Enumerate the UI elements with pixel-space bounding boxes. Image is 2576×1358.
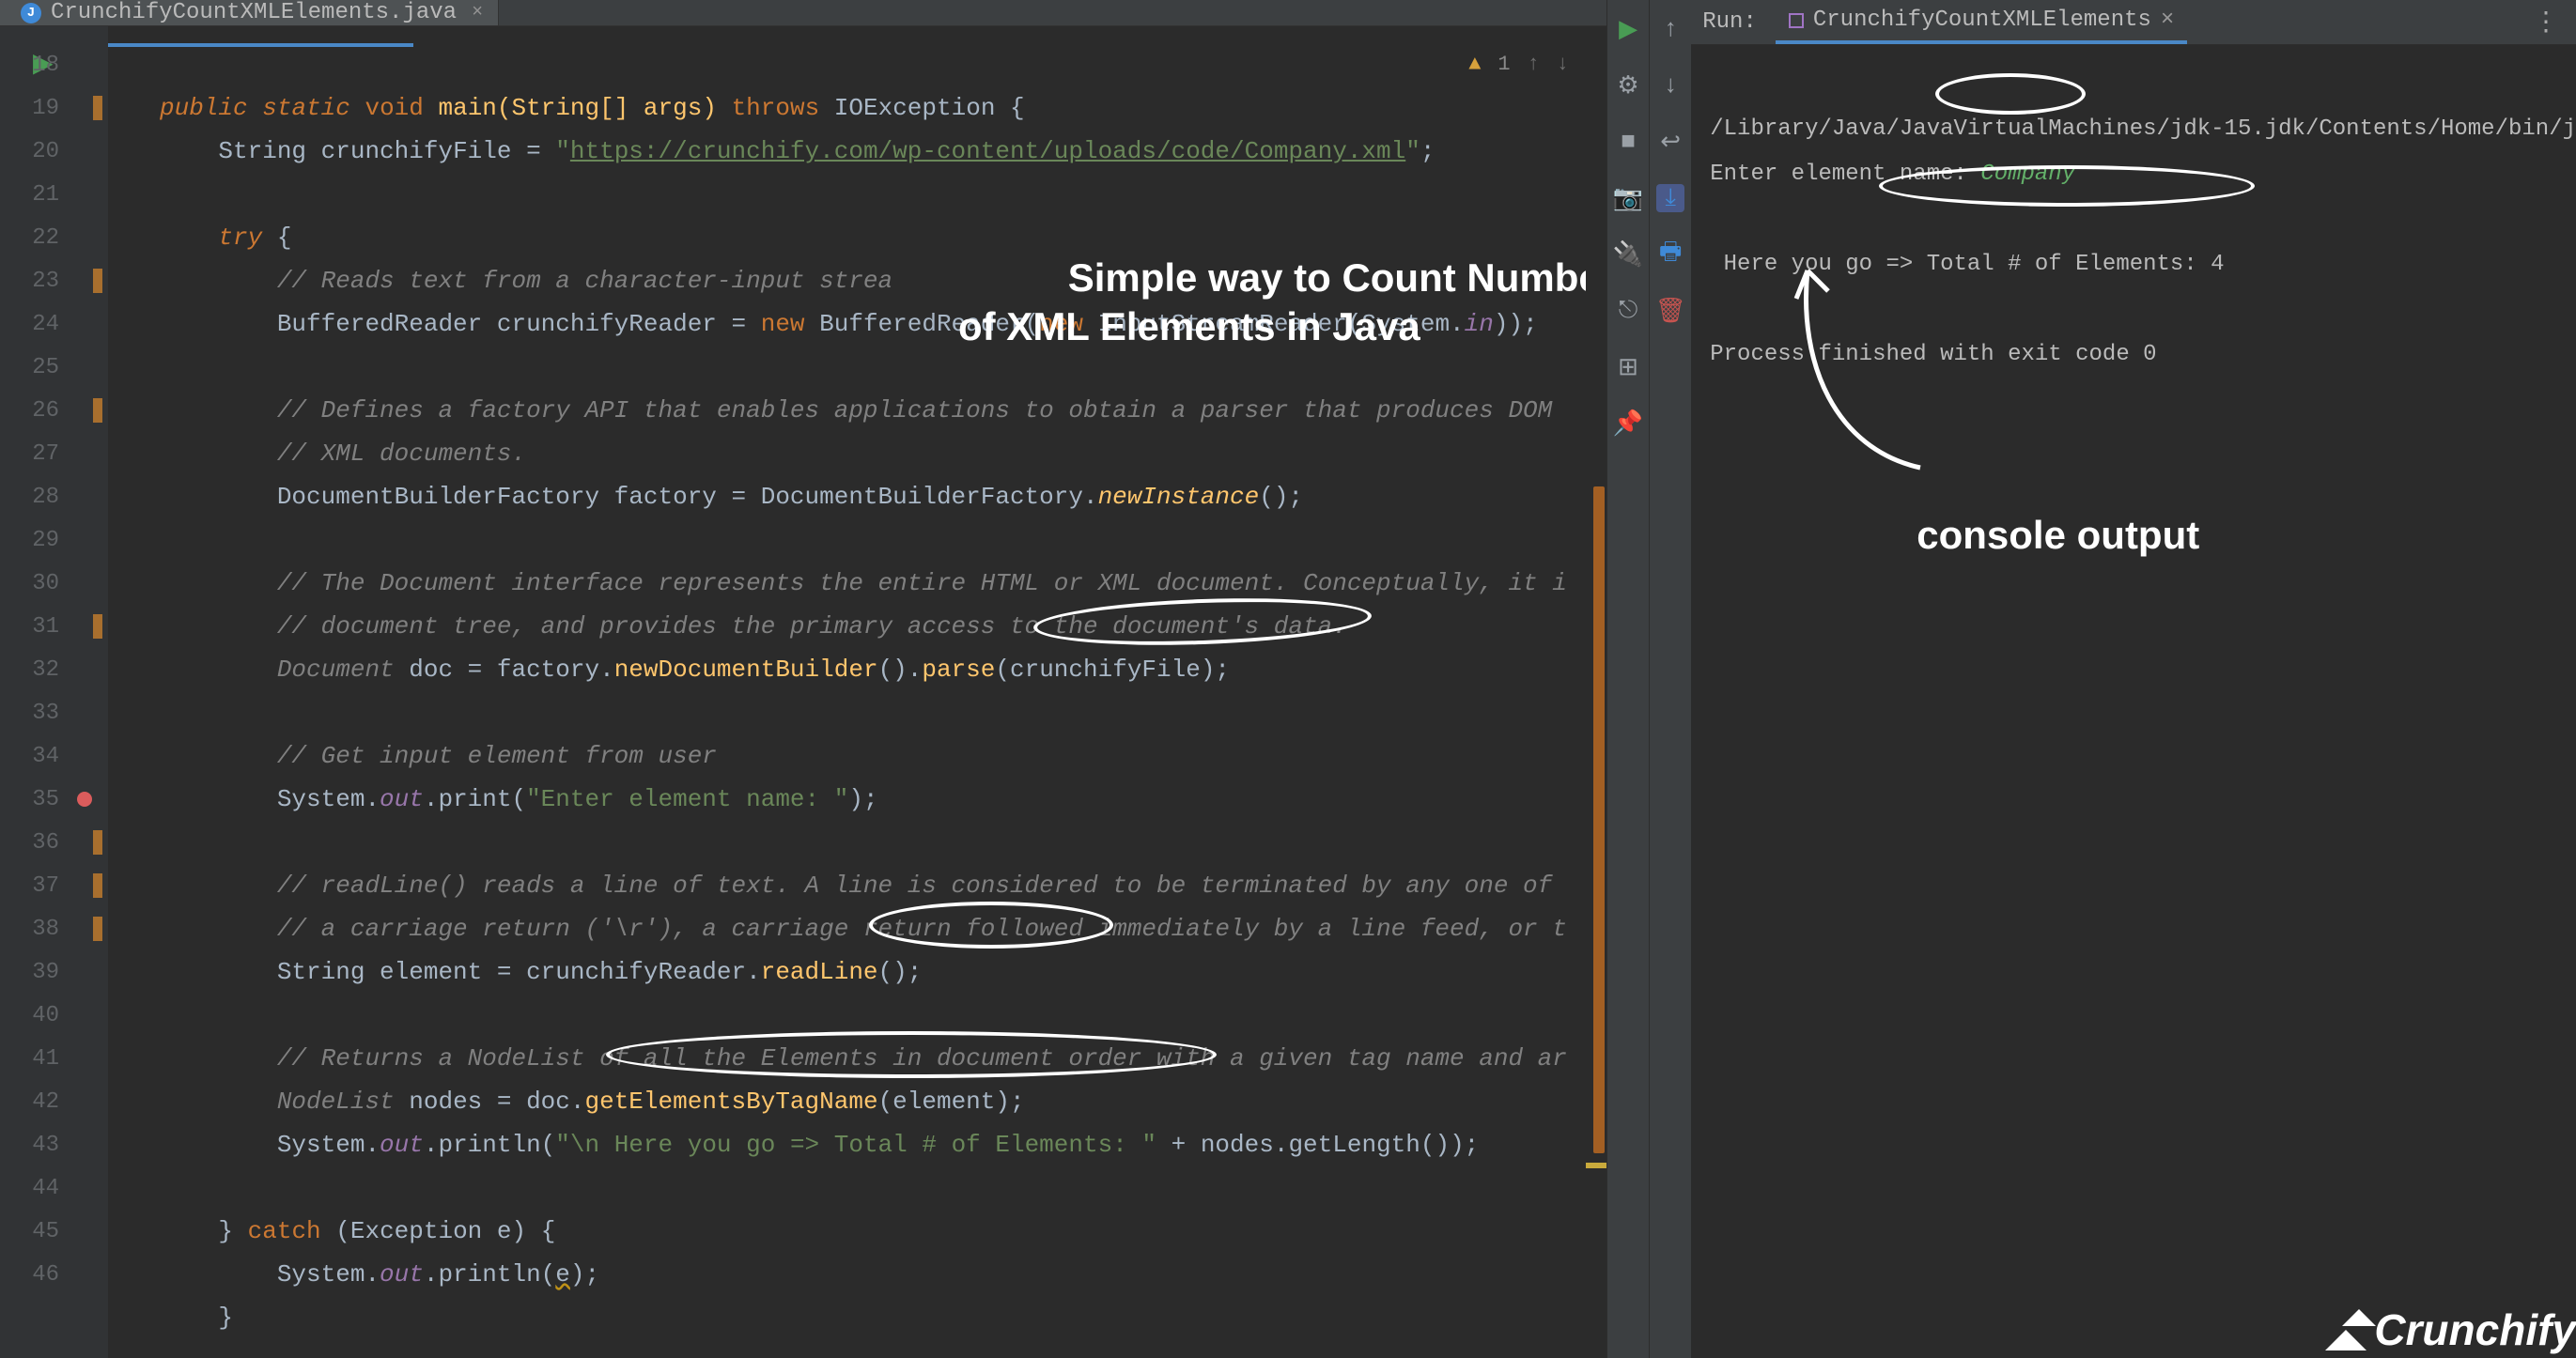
code-area: ▶ 18 19 20 21 22 23 24 25 26 27 28 29 30… xyxy=(0,26,1606,1358)
console-line: /Library/Java/JavaVirtualMachines/jdk-15… xyxy=(1710,116,2576,142)
run-config-tab[interactable]: CrunchifyCountXMLElements × xyxy=(1776,0,2187,44)
console-line: Enter element name: xyxy=(1710,162,1980,187)
line-number: 31 xyxy=(0,605,108,648)
line-number: 38 xyxy=(0,907,108,950)
layout-icon[interactable]: ⊞ xyxy=(1614,353,1642,381)
crunchify-logo: Crunchify xyxy=(2325,1307,2576,1352)
logo-icon xyxy=(2325,1309,2370,1350)
line-number: 32 xyxy=(0,648,108,691)
scroll-marker xyxy=(1586,1163,1606,1168)
editor-scrollbar[interactable] xyxy=(1586,45,1606,1358)
warning-count: 1 xyxy=(1497,53,1510,76)
run-config-icon xyxy=(1789,13,1804,28)
annotation-arrow xyxy=(1761,252,1967,477)
line-number: 21 xyxy=(0,173,108,216)
line-number: 41 xyxy=(0,1037,108,1080)
clear-icon[interactable]: 🗑 xyxy=(1656,297,1684,325)
logo-text: Crunchify xyxy=(2374,1307,2576,1352)
line-number: 46 xyxy=(0,1253,108,1296)
tab-file-name: CrunchifyCountXMLElements.java xyxy=(51,0,457,25)
soft-wrap-icon[interactable]: ↩ xyxy=(1656,128,1684,156)
console-output[interactable]: /Library/Java/JavaVirtualMachines/jdk-15… xyxy=(1691,45,2576,1358)
scroll-end-icon[interactable]: ⤓ xyxy=(1656,184,1684,212)
plug-icon[interactable]: 🔌 xyxy=(1614,240,1642,269)
run-pane: Run: CrunchifyCountXMLElements × ⋮ /Libr… xyxy=(1691,0,2576,1358)
line-number: 22 xyxy=(0,216,108,259)
line-number: 24 xyxy=(0,302,108,346)
annotation-circle xyxy=(1935,73,2086,115)
line-number: 27 xyxy=(0,432,108,475)
line-number: 28 xyxy=(0,475,108,518)
run-toolbar-left: ▶ ⚙ ■ 📷 🔌 ⎋ ⊞ 📌 xyxy=(1606,0,1649,1358)
line-number: 18 xyxy=(0,43,108,86)
line-number: 39 xyxy=(0,950,108,994)
line-number: 44 xyxy=(0,1166,108,1210)
stop-icon[interactable]: ■ xyxy=(1614,128,1642,156)
run-config-name: CrunchifyCountXMLElements xyxy=(1813,8,2151,33)
exit-icon[interactable]: ⎋ xyxy=(1614,297,1642,325)
settings-icon[interactable]: ⚙ xyxy=(1614,71,1642,100)
close-icon[interactable]: × xyxy=(2161,8,2174,33)
line-number: 30 xyxy=(0,562,108,605)
line-number: 26 xyxy=(0,389,108,432)
pin-icon[interactable]: 📌 xyxy=(1614,409,1642,438)
line-number: 20 xyxy=(0,130,108,173)
close-icon[interactable]: × xyxy=(472,2,483,23)
line-number: 36 xyxy=(0,821,108,864)
code-body[interactable]: public static void main(String[] args) t… xyxy=(108,26,1606,1358)
next-highlight-icon[interactable]: ↓ xyxy=(1557,53,1569,76)
line-number: 35 xyxy=(0,778,108,821)
line-number: 45 xyxy=(0,1210,108,1253)
line-number: 23 xyxy=(0,259,108,302)
run-toolbar-right: ↑ ↓ ↩ ⤓ 🖶 🗑 xyxy=(1649,0,1691,1358)
annotation-label: console output xyxy=(1916,513,2199,558)
line-number: 43 xyxy=(0,1123,108,1166)
rerun-icon[interactable]: ▶ xyxy=(1614,15,1642,43)
breakpoint-icon[interactable] xyxy=(77,792,92,807)
line-number: 25 xyxy=(0,346,108,389)
console-user-input: Company xyxy=(1980,162,2075,187)
line-number: 42 xyxy=(0,1080,108,1123)
editor-tab-bar: J CrunchifyCountXMLElements.java × xyxy=(0,0,1606,26)
prev-highlight-icon[interactable]: ↑ xyxy=(1528,53,1540,76)
up-icon[interactable]: ↑ xyxy=(1656,15,1684,43)
scroll-thumb[interactable] xyxy=(1593,486,1605,1153)
inspection-summary[interactable]: ▲ 1 ↑ ↓ xyxy=(1468,53,1569,76)
gutter: ▶ 18 19 20 21 22 23 24 25 26 27 28 29 30… xyxy=(0,26,108,1358)
line-number: 37 xyxy=(0,864,108,907)
line-number: 40 xyxy=(0,994,108,1037)
down-icon[interactable]: ↓ xyxy=(1656,71,1684,100)
line-number: 29 xyxy=(0,518,108,562)
more-icon[interactable]: ⋮ xyxy=(2533,6,2561,39)
dump-icon[interactable]: 📷 xyxy=(1614,184,1642,212)
line-number: 33 xyxy=(0,691,108,734)
editor-pane: J CrunchifyCountXMLElements.java × ▶ 18 … xyxy=(0,0,1606,1358)
line-number: 19 xyxy=(0,86,108,130)
run-label: Run: xyxy=(1702,9,1757,35)
editor-tab[interactable]: J CrunchifyCountXMLElements.java × xyxy=(0,0,499,25)
run-header: Run: CrunchifyCountXMLElements × ⋮ xyxy=(1691,0,2576,45)
line-number: 34 xyxy=(0,734,108,778)
print-icon[interactable]: 🖶 xyxy=(1656,240,1684,269)
annotation-title: Simple way to Count Numberof XML Element… xyxy=(958,205,1606,400)
warning-icon: ▲ xyxy=(1468,53,1481,76)
java-file-icon: J xyxy=(21,3,41,23)
